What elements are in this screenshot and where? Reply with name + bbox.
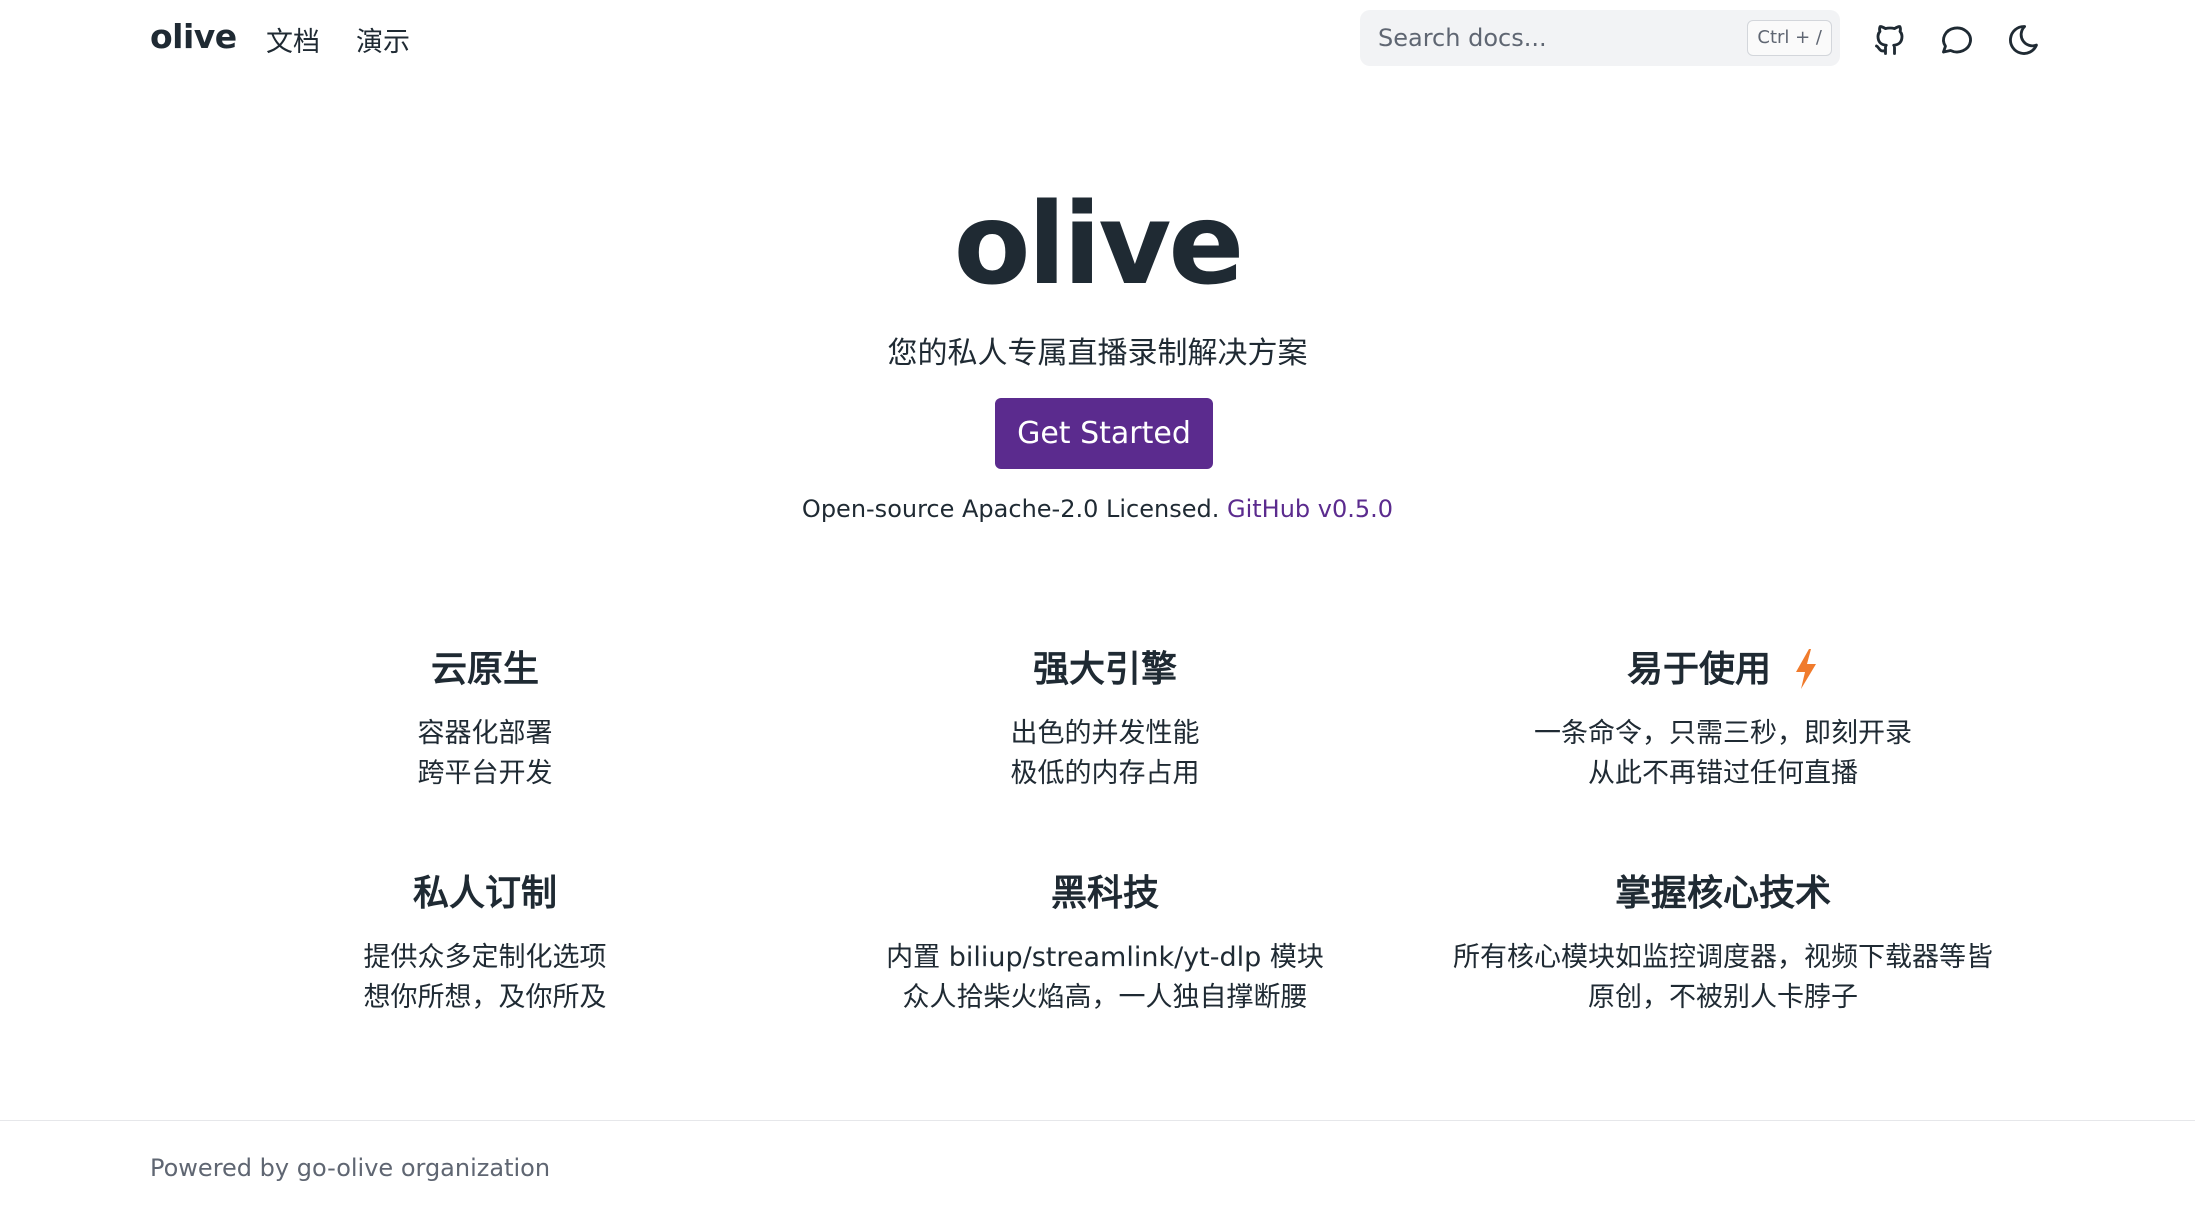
feature-line: 跨平台开发	[417, 758, 553, 789]
get-started-button[interactable]: Get Started	[995, 398, 1213, 469]
search-shortcut-hint: Ctrl + /	[1747, 20, 1832, 56]
feature-line: 提供众多定制化选项	[363, 942, 607, 973]
top-navbar: olive 文档 演示 Ctrl + /	[0, 0, 2195, 80]
hero-subtitle: 您的私人专属直播录制解决方案	[887, 336, 1308, 371]
nav-link-demo[interactable]: 演示	[356, 20, 410, 59]
lightning-icon	[1793, 649, 1819, 689]
feature-title: 云原生	[430, 649, 539, 690]
feature-line: 原创，不被别人卡脖子	[1588, 982, 1858, 1013]
footer-credit: Powered by go-olive organization	[150, 1154, 551, 1182]
brand-logo-link[interactable]: olive	[150, 17, 237, 56]
feature-core-tech: 掌握核心技术 所有核心模块如监控调度器，视频下载器等皆 原创，不被别人卡脖子	[1413, 870, 2033, 1018]
feature-customization: 私人订制 提供众多定制化选项 想你所想，及你所及	[175, 870, 795, 1018]
feature-title: 强大引擎	[1032, 649, 1177, 690]
feature-line: 一条命令，只需三秒，即刻开录	[1534, 718, 1912, 749]
feature-line: 想你所想，及你所及	[363, 982, 607, 1013]
license-line: Open-source Apache-2.0 Licensed. GitHub …	[0, 495, 2195, 523]
search-box[interactable]: Ctrl + /	[1360, 10, 1840, 66]
feature-black-tech: 黑科技 内置 biliup/streamlink/yt-dlp 模块 众人拾柴火…	[795, 870, 1415, 1018]
github-version-link[interactable]: GitHub v0.5.0	[1227, 495, 1393, 523]
moon-icon[interactable]	[2006, 22, 2042, 58]
hero-title: olive	[953, 180, 1245, 310]
search-input[interactable]	[1378, 10, 1708, 66]
github-icon[interactable]	[1872, 22, 1908, 58]
feature-title-row: 易于使用	[1413, 646, 2033, 694]
feature-easy-to-use: 易于使用 一条命令，只需三秒，即刻开录 从此不再错过任何直播	[1413, 646, 2033, 794]
feature-line: 内置 biliup/streamlink/yt-dlp 模块	[886, 942, 1324, 973]
feature-line: 从此不再错过任何直播	[1588, 758, 1858, 789]
license-text: Open-source Apache-2.0 Licensed.	[801, 495, 1220, 523]
feature-engine: 强大引擎 出色的并发性能 极低的内存占用	[795, 646, 1415, 794]
nav-link-docs[interactable]: 文档	[266, 20, 320, 59]
discussion-icon[interactable]	[1939, 22, 1975, 58]
feature-line: 容器化部署	[417, 718, 553, 749]
feature-cloud-native: 云原生 容器化部署 跨平台开发	[175, 646, 795, 794]
feature-title: 私人订制	[412, 873, 557, 914]
feature-line: 极低的内存占用	[1010, 758, 1200, 789]
feature-title: 掌握核心技术	[1614, 873, 1831, 914]
feature-title: 黑科技	[1050, 873, 1159, 914]
feature-title: 易于使用	[1626, 649, 1771, 690]
feature-line: 出色的并发性能	[1010, 718, 1200, 749]
feature-line: 所有核心模块如监控调度器，视频下载器等皆	[1453, 942, 1993, 973]
feature-line: 众人拾柴火焰高，一人独自撑断腰	[902, 982, 1308, 1013]
footer-divider	[0, 1120, 2195, 1121]
